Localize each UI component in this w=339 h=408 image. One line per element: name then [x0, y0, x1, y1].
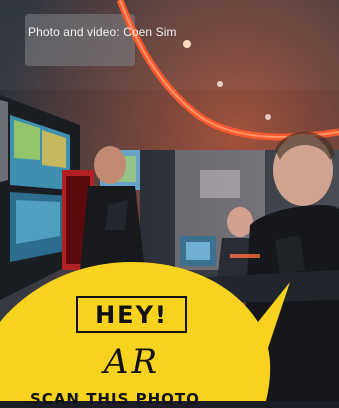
- ar-tag: AR: [103, 342, 161, 382]
- ar-badge[interactable]: HEY! AR SCAN THIS PHOTO: [0, 0, 339, 408]
- scan-cta: SCAN THIS PHOTO: [30, 390, 200, 408]
- hey-headline: HEY!: [76, 296, 187, 333]
